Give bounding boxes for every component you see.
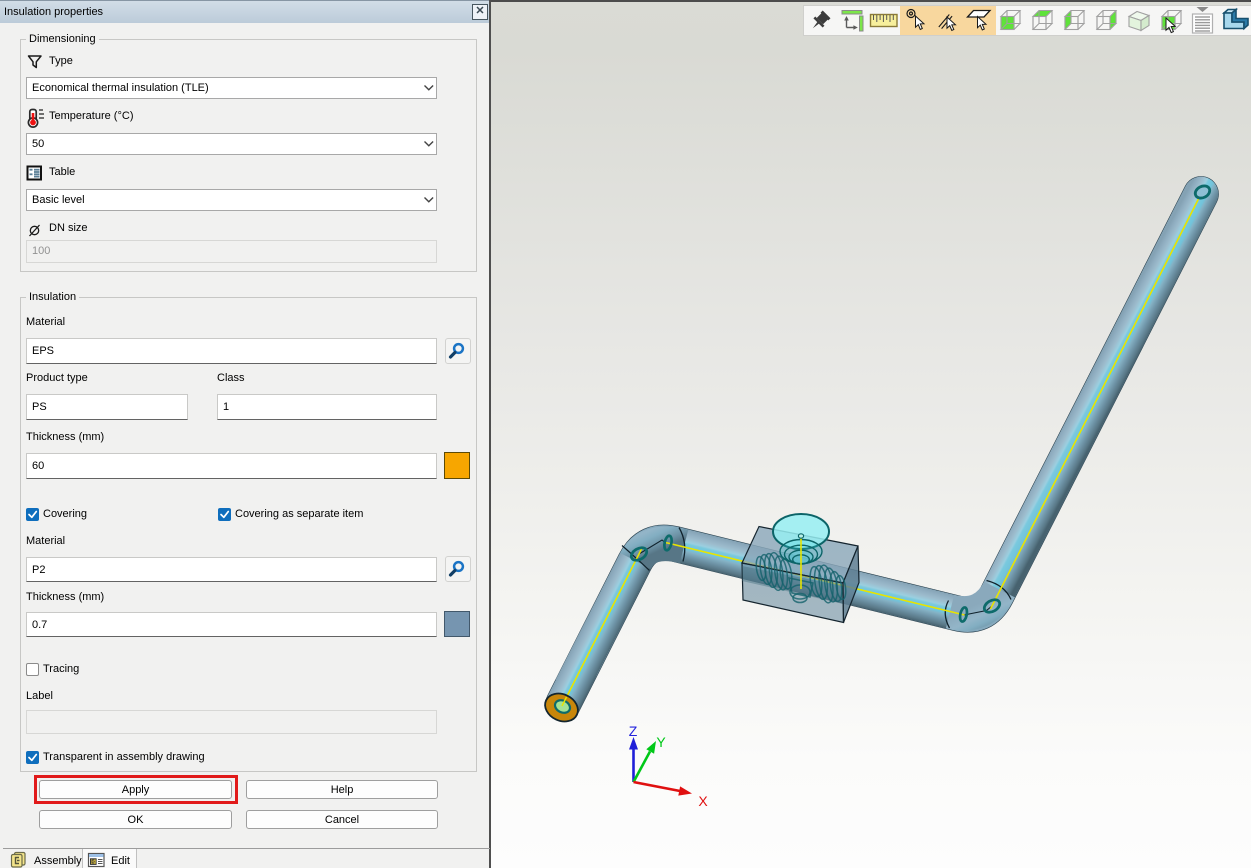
svg-text:Y: Y: [656, 734, 666, 750]
svg-text:X: X: [698, 793, 708, 809]
svg-text:Z: Z: [629, 723, 638, 739]
